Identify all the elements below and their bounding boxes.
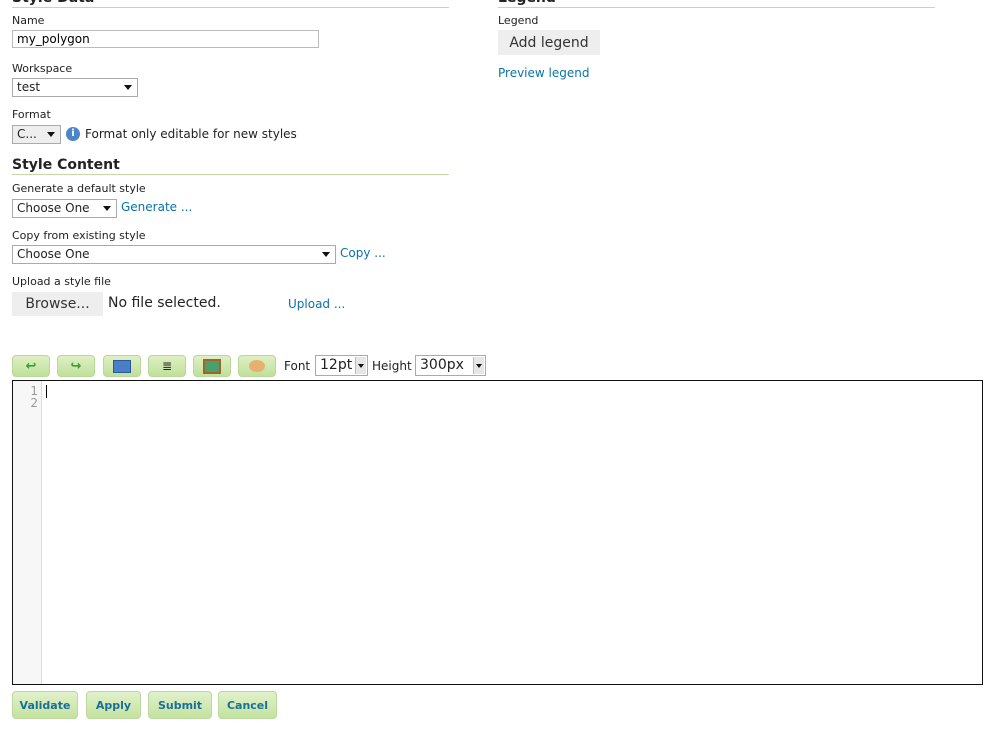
reformat-button[interactable]: ≣: [148, 355, 186, 377]
chevron-down-icon: [103, 206, 111, 211]
style-data-heading: Style Data: [12, 0, 449, 8]
name-input[interactable]: [12, 30, 319, 48]
info-icon: i: [66, 127, 80, 141]
add-legend-button[interactable]: Add legend: [498, 30, 600, 55]
line-number: 2: [30, 396, 38, 410]
workspace-select[interactable]: test: [12, 78, 138, 97]
font-label: Font: [284, 359, 311, 373]
upload-label: Upload a style file: [12, 275, 111, 288]
goto-line-button[interactable]: [103, 355, 141, 377]
preview-legend-link[interactable]: Preview legend: [498, 66, 589, 80]
chevron-down-icon: [355, 357, 366, 374]
line-gutter: 1 2: [13, 381, 42, 684]
height-select[interactable]: 300px: [415, 355, 486, 376]
submit-button[interactable]: Submit: [148, 691, 212, 719]
browse-button[interactable]: Browse...: [12, 292, 103, 316]
generate-label: Generate a default style: [12, 182, 146, 195]
redo-button[interactable]: ↪: [57, 355, 95, 377]
undo-button[interactable]: ↩: [12, 355, 50, 377]
palette-button[interactable]: [238, 355, 276, 377]
text-cursor: [46, 385, 47, 398]
copy-link[interactable]: Copy ...: [340, 246, 386, 260]
copy-select[interactable]: Choose One: [12, 245, 336, 264]
workspace-label: Workspace: [12, 62, 73, 75]
chevron-down-icon: [322, 252, 330, 257]
legend-label: Legend: [498, 14, 539, 27]
format-note: Format only editable for new styles: [85, 127, 297, 141]
generate-select[interactable]: Choose One: [12, 199, 117, 218]
undo-icon: ↩: [25, 358, 37, 374]
height-label: Height: [372, 359, 412, 373]
style-content-heading: Style Content: [12, 157, 449, 175]
cancel-button[interactable]: Cancel: [218, 691, 277, 719]
palette-icon: [249, 360, 265, 372]
goto-line-icon: [113, 359, 131, 373]
no-file-text: No file selected.: [108, 295, 221, 311]
reformat-icon: ≣: [161, 359, 173, 373]
apply-button[interactable]: Apply: [86, 691, 141, 719]
font-select[interactable]: 12pt: [315, 355, 368, 376]
chevron-down-icon: [47, 132, 55, 137]
validate-button[interactable]: Validate: [12, 691, 78, 719]
copy-label: Copy from existing style: [12, 229, 146, 242]
format-select[interactable]: C...: [12, 125, 61, 144]
redo-icon: ↪: [70, 358, 82, 374]
image-button[interactable]: [193, 355, 231, 377]
legend-heading: Legend: [498, 0, 935, 8]
image-icon: [203, 358, 221, 374]
upload-link[interactable]: Upload ...: [288, 297, 345, 311]
code-editor[interactable]: 1 2: [12, 380, 983, 685]
chevron-down-icon: [473, 357, 484, 374]
generate-link[interactable]: Generate ...: [121, 200, 192, 214]
format-label: Format: [12, 108, 51, 121]
chevron-down-icon: [124, 85, 132, 90]
name-label: Name: [12, 14, 45, 27]
